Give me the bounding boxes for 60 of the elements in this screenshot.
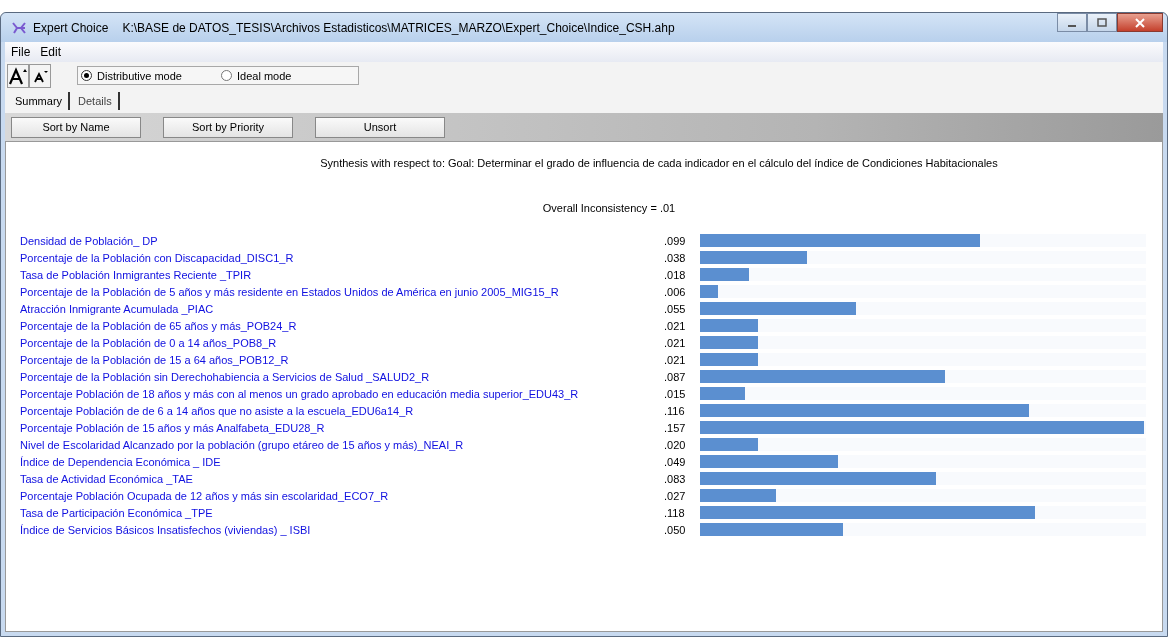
radio-button[interactable] (221, 70, 232, 81)
priority-value: .018 (664, 268, 687, 281)
menu-item[interactable]: Edit (40, 45, 62, 59)
priority-value: .099 (664, 234, 687, 247)
criterion-link[interactable]: Porcentaje de la Población de 5 años y más residente en Estados Unidos de América en junio 2005_MIG15_R (20, 285, 664, 298)
inconsistency-text: Overall Inconsistency = .01 (541, 202, 677, 214)
criterion-link[interactable]: Tasa de Población Inmigrantes Reciente _TPIR (20, 268, 664, 281)
criterion-link[interactable]: Índice de Servicios Básicos Insatisfechos (viviendas) _ ISBI (20, 523, 664, 536)
synthesis-text: Synthesis with respect to: Goal: Determinar el grado de influencia de cada indicador en el cálculo del índice de Condiciones Habitacionales (319, 157, 999, 169)
font-decrease-button[interactable] (29, 63, 51, 88)
sort-button[interactable]: Unsort (315, 116, 445, 138)
close-button[interactable] (1117, 13, 1163, 32)
close-icon (1135, 17, 1145, 28)
priority-value: .015 (664, 387, 687, 400)
priority-value: .020 (664, 438, 687, 451)
criterion-link[interactable]: Densidad de Población_ DP (20, 234, 664, 247)
criterion-link[interactable]: Tasa de Participación Económica _TPE (20, 506, 664, 519)
criterion-link[interactable]: Porcentaje Población de de 6 a 14 años que no asiste a la escuela_EDU6a14_R (20, 404, 664, 417)
priority-value: .021 (664, 336, 687, 349)
priority-value: .116 (664, 404, 686, 417)
priority-value: .038 (664, 251, 687, 264)
priority-value: .055 (664, 302, 687, 315)
large-letter-icon (8, 66, 28, 85)
mode-label[interactable]: Ideal mode (237, 69, 292, 82)
criterion-link[interactable]: Porcentaje Población de 15 años y más Analfabeta_EDU28_R (20, 421, 664, 434)
criterion-link[interactable]: Porcentaje de la Población con Discapacidad_DISC1_R (20, 251, 664, 264)
criterion-link[interactable]: Porcentaje Población Ocupada de 12 años y más sin escolaridad_ECO7_R (20, 489, 664, 502)
criterion-link[interactable]: Porcentaje de la Población de 65 años y más_POB24_R (20, 319, 664, 332)
radio-button[interactable] (81, 70, 92, 81)
maximize-button[interactable] (1087, 13, 1117, 32)
tab[interactable]: Details (74, 92, 120, 110)
criterion-link[interactable]: Porcentaje de la Población de 0 a 14 años_POB8_R (20, 336, 664, 349)
priority-value: .021 (664, 353, 687, 366)
font-increase-button[interactable] (7, 63, 29, 88)
minimize-button[interactable] (1057, 13, 1087, 32)
mode-label[interactable]: Distributive mode (97, 69, 182, 82)
sort-button[interactable]: Sort by Name (11, 116, 141, 138)
priority-value: .049 (664, 455, 687, 468)
criterion-link[interactable]: Porcentaje de la Población sin Derechohabiencia a Servicios de Salud _SALUD2_R (20, 370, 664, 383)
file-path: K:\BASE de DATOS_TESIS\Archivos Estadisticos\MATRICES_MARZO\Expert_Choice\Indice_CSH.ahp (122, 20, 676, 35)
priority-value: .118 (664, 506, 686, 519)
priority-value: .050 (664, 523, 687, 536)
priority-value: .021 (664, 319, 687, 332)
sort-button[interactable]: Sort by Priority (163, 116, 293, 138)
minimize-icon (1068, 24, 1076, 27)
criterion-link[interactable]: Porcentaje Población de 18 años y más con al menos un grado aprobado en educación media superior_EDU43_R (20, 387, 664, 400)
criterion-link[interactable]: Índice de Dependencia Económica _ IDE (20, 455, 664, 468)
priority-value: .027 (664, 489, 687, 502)
maximize-icon (1097, 17, 1107, 28)
criterion-link[interactable]: Tasa de Actividad Económica _TAE (20, 472, 664, 485)
priority-value: .157 (664, 421, 687, 434)
criterion-link[interactable]: Nivel de Escolaridad Alcanzado por la población (grupo etáreo de 15 años y más)_NEAI_R (20, 438, 664, 451)
criterion-link[interactable]: Atracción Inmigrante Acumulada _PIAC (20, 302, 664, 315)
tab[interactable]: Summary (11, 92, 71, 110)
priority-value: .006 (664, 285, 687, 298)
menu-item[interactable]: File (11, 45, 31, 59)
priority-value: .083 (664, 472, 687, 485)
criterion-link[interactable]: Porcentaje de la Población de 15 a 64 años_POB12_R (20, 353, 664, 366)
app-name: Expert Choice (33, 20, 109, 35)
priority-value: .087 (664, 370, 687, 383)
